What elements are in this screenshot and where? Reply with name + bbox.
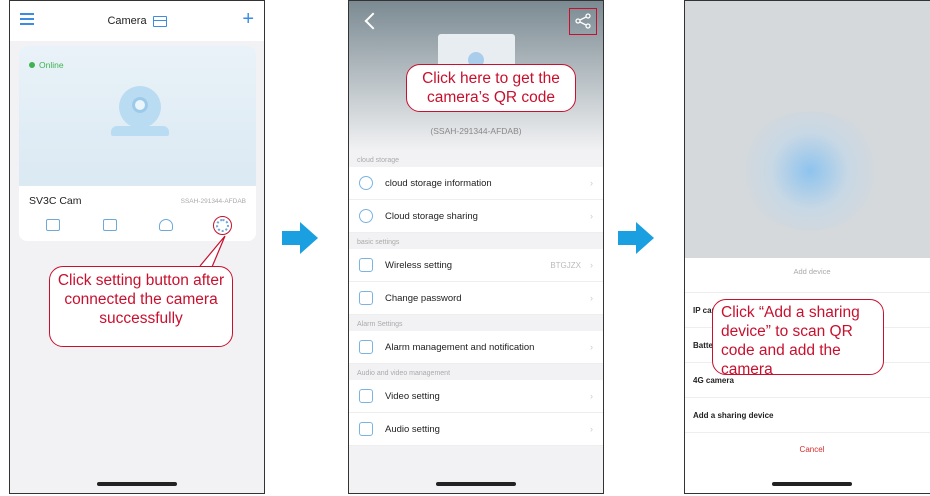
alarm-icon xyxy=(359,340,373,354)
wireless-value: BTGJZX xyxy=(550,260,581,270)
section-alarm-settings: Alarm Settings xyxy=(357,321,403,328)
home-indicator xyxy=(772,482,852,486)
row-video-setting[interactable]: Video setting › xyxy=(349,380,603,413)
row-wireless-setting[interactable]: Wireless setting BTGJZX › xyxy=(349,249,603,282)
home-indicator xyxy=(436,482,516,486)
share-icon[interactable] xyxy=(569,8,597,35)
chevron-right-icon: › xyxy=(590,342,593,352)
wifi-icon xyxy=(359,258,373,272)
callout-qr-code: Click here to get the camera’s QR code xyxy=(406,64,576,112)
back-icon[interactable] xyxy=(364,12,382,30)
chevron-right-icon: › xyxy=(590,293,593,303)
scan-glow xyxy=(735,111,885,231)
arrow-right-icon xyxy=(282,222,318,254)
chevron-right-icon: › xyxy=(590,211,593,221)
section-audio-video: Audio and video management xyxy=(357,370,451,377)
chevron-right-icon: › xyxy=(590,178,593,188)
row-label: Cloud storage sharing xyxy=(385,210,478,222)
row-label: Change password xyxy=(385,292,462,304)
callout-settings-text: Click setting button after connected the… xyxy=(57,272,225,327)
chevron-right-icon: › xyxy=(590,424,593,434)
lock-icon xyxy=(359,291,373,305)
row-label: Audio setting xyxy=(385,423,440,435)
arrow-right-icon xyxy=(618,222,654,254)
callout-add-sharing: Click “Add a sharing device” to scan QR … xyxy=(712,299,884,378)
row-label: Alarm management and notification xyxy=(385,341,535,353)
row-cloud-storage-info[interactable]: cloud storage information › xyxy=(349,167,603,200)
speaker-icon xyxy=(359,422,373,436)
cloud-share-icon xyxy=(359,209,373,223)
row-label: cloud storage information xyxy=(385,177,492,189)
row-label: Wireless setting xyxy=(385,259,453,271)
sheet-title: Add device xyxy=(793,267,831,276)
video-icon xyxy=(359,389,373,403)
camera-serial: (SSAH-291344-AFDAB) xyxy=(430,126,522,136)
option-add-sharing-device[interactable]: Add a sharing device › xyxy=(685,397,930,432)
section-cloud-storage: cloud storage xyxy=(357,157,400,164)
chevron-right-icon: › xyxy=(590,260,593,270)
phone-screen-add-device: Add device IP camera › Battery camera › … xyxy=(684,0,930,494)
row-change-password[interactable]: Change password › xyxy=(349,282,603,315)
row-alarm-management[interactable]: Alarm management and notification › xyxy=(349,331,603,364)
callout-add-sharing-text: Click “Add a sharing device” to scan QR … xyxy=(721,304,860,378)
cancel-button[interactable]: Cancel xyxy=(685,432,930,472)
option-label: Add a sharing device xyxy=(693,410,774,420)
cloud-info-icon xyxy=(359,176,373,190)
callout-qr-code-text: Click here to get the camera’s QR code xyxy=(422,70,560,106)
row-audio-setting[interactable]: Audio setting › xyxy=(349,413,603,446)
chevron-right-icon: › xyxy=(590,391,593,401)
row-cloud-storage-sharing[interactable]: Cloud storage sharing › xyxy=(349,200,603,233)
section-basic-settings: basic settings xyxy=(357,239,400,246)
callout-settings: Click setting button after connected the… xyxy=(49,266,233,347)
row-label: Video setting xyxy=(385,390,440,402)
